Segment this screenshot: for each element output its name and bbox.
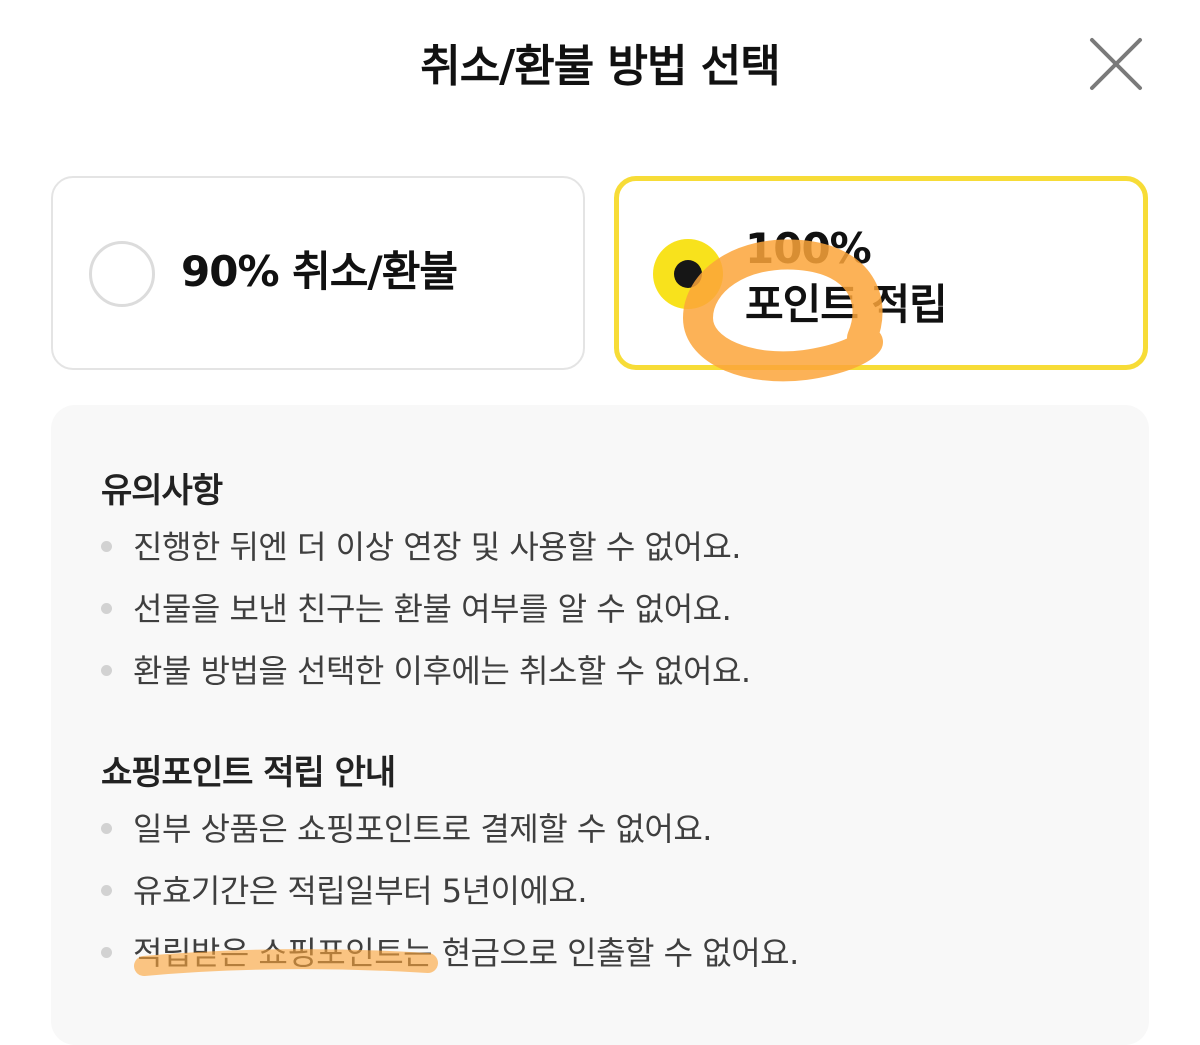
- close-icon[interactable]: [1086, 36, 1146, 92]
- points-guide-item-text: 적립받은 쇼핑포인트는 현금으로 인출할 수 없어요.: [133, 934, 799, 972]
- option-label-refund-90: 90% 취소/환불: [181, 247, 458, 296]
- modal-title: 취소/환불 방법 선택: [420, 41, 781, 92]
- bullet-icon: [101, 947, 112, 958]
- notice-section-title: 유의사항: [101, 471, 223, 511]
- radio-button-checked[interactable]: [653, 239, 723, 309]
- bullet-icon: [101, 541, 112, 552]
- bullet-icon: [101, 665, 112, 676]
- points-guide-item-text: 유효기간은 적립일부터 5년이에요.: [133, 872, 588, 910]
- bullet-icon: [101, 603, 112, 614]
- bullet-icon: [101, 823, 112, 834]
- points-guide-list: 일부 상품은 쇼핑포인트로 결제할 수 없어요. 유효기간은 적립일부터 5년이…: [101, 809, 799, 995]
- option-card-points-100[interactable]: 100% 포인트 적립: [614, 176, 1148, 370]
- points-guide-item: 적립받은 쇼핑포인트는 현금으로 인출할 수 없어요.: [101, 933, 799, 995]
- notice-item: 환불 방법을 선택한 이후에는 취소할 수 없어요.: [101, 651, 751, 713]
- notice-item-text: 환불 방법을 선택한 이후에는 취소할 수 없어요.: [133, 652, 751, 690]
- option-card-refund-90[interactable]: 90% 취소/환불: [51, 176, 585, 370]
- notice-item: 진행한 뒤엔 더 이상 연장 및 사용할 수 없어요.: [101, 527, 751, 589]
- points-guide-section-title: 쇼핑포인트 적립 안내: [101, 753, 396, 793]
- option-label-line2: 포인트 적립: [745, 280, 948, 329]
- points-guide-item: 일부 상품은 쇼핑포인트로 결제할 수 없어요.: [101, 809, 799, 871]
- points-guide-item-text: 일부 상품은 쇼핑포인트로 결제할 수 없어요.: [133, 810, 712, 848]
- points-guide-item: 유효기간은 적립일부터 5년이에요.: [101, 871, 799, 933]
- option-label-line1: 100%: [745, 224, 872, 273]
- close-button[interactable]: [1086, 36, 1146, 92]
- radio-button-unchecked[interactable]: [89, 241, 155, 307]
- bullet-icon: [101, 885, 112, 896]
- notice-item: 선물을 보낸 친구는 환불 여부를 알 수 없어요.: [101, 589, 751, 651]
- info-box: 유의사항 진행한 뒤엔 더 이상 연장 및 사용할 수 없어요. 선물을 보낸 …: [51, 405, 1149, 1045]
- notice-item-text: 선물을 보낸 친구는 환불 여부를 알 수 없어요.: [133, 590, 732, 628]
- notice-list: 진행한 뒤엔 더 이상 연장 및 사용할 수 없어요. 선물을 보낸 친구는 환…: [101, 527, 751, 713]
- option-label-points-100: 100% 포인트 적립: [745, 221, 948, 333]
- notice-item-text: 진행한 뒤엔 더 이상 연장 및 사용할 수 없어요.: [133, 528, 741, 566]
- radio-dot: [674, 260, 702, 288]
